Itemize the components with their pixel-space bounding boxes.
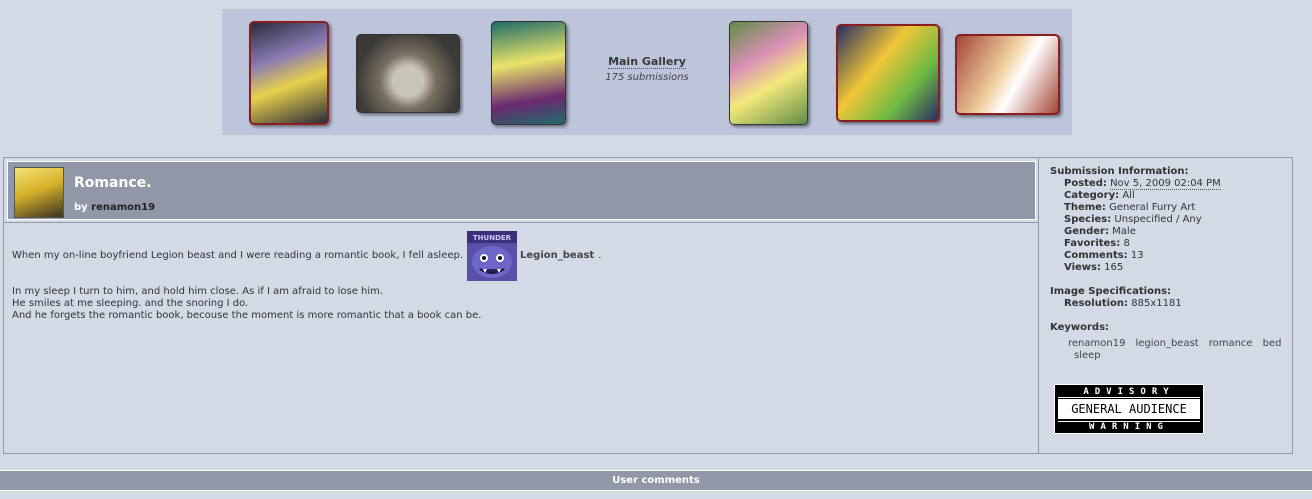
keywords-heading: Keywords: <box>1050 322 1110 333</box>
gallery-strip: Main Gallery 175 submissions <box>222 9 1072 135</box>
advisory-badge: ADVISORY GENERAL AUDIENCE WARNING <box>1054 384 1204 434</box>
posted-date: Nov 5, 2009 02:04 PM <box>1110 178 1221 190</box>
keyword-link[interactable]: renamon19 <box>1068 338 1125 349</box>
byline-prefix: by <box>74 202 88 213</box>
info-value: General Furry Art <box>1109 202 1196 213</box>
submission-byline: by renamon19 <box>74 202 155 213</box>
info-label: Species: <box>1064 214 1112 225</box>
info-label: Resolution: <box>1064 298 1129 309</box>
gallery-thumbnail[interactable] <box>491 21 566 125</box>
gallery-thumbnail[interactable] <box>836 24 940 122</box>
keyword-link[interactable]: sleep <box>1074 350 1101 361</box>
gallery-thumbnail[interactable] <box>955 34 1060 115</box>
keyword-link[interactable]: romance <box>1209 338 1253 349</box>
advisory-bottom-text: WARNING <box>1058 421 1200 432</box>
legion-beast-link[interactable]: Legion_beast <box>520 250 594 262</box>
submission-content: Romance. by renamon19 When my on-line bo… <box>4 158 1039 453</box>
info-row-theme: Theme: General Furry Art <box>1050 202 1290 214</box>
keyword-link[interactable]: bed <box>1263 338 1282 349</box>
info-value: Male <box>1112 226 1136 237</box>
description-line: He smiles at me sleeping. and the snorin… <box>12 298 249 309</box>
info-value: All <box>1122 190 1135 201</box>
advisory-top-text: ADVISORY <box>1058 387 1200 398</box>
description-line: And he forgets the romantic book, becous… <box>12 310 482 321</box>
info-label: Gender: <box>1064 226 1109 237</box>
info-row-favorites: Favorites: 8 <box>1050 238 1290 250</box>
info-row-gender: Gender: Male <box>1050 226 1290 238</box>
submission-description: When my on-line boyfriend Legion beast a… <box>12 230 1022 322</box>
info-row-comments: Comments: 13 <box>1050 250 1290 262</box>
description-text: When my on-line boyfriend Legion beast a… <box>12 250 464 261</box>
keyword-link[interactable]: legion_beast <box>1135 338 1198 349</box>
info-heading: Submission Information: <box>1050 166 1189 177</box>
info-value: 885x1181 <box>1131 298 1182 309</box>
info-row-posted: Posted: Nov 5, 2009 02:04 PM <box>1050 178 1290 190</box>
legion-beast-user-icon[interactable]: THUNDER <box>467 231 518 281</box>
main-gallery-link[interactable]: Main Gallery <box>608 55 686 69</box>
keyword-list: renamon19 legion_beast romance bed sleep <box>1050 338 1290 362</box>
info-label: Category: <box>1064 190 1120 201</box>
info-label: Theme: <box>1064 202 1106 213</box>
image-spec-heading: Image Specifications: <box>1050 286 1172 297</box>
gallery-info: Main Gallery 175 submissions <box>582 55 712 83</box>
info-label: Favorites: <box>1064 238 1121 249</box>
gallery-thumbnail[interactable] <box>356 34 460 113</box>
divider <box>4 222 1038 223</box>
submission-title: Romance. <box>74 175 152 191</box>
author-avatar[interactable] <box>14 167 64 218</box>
info-row-views: Views: 165 <box>1050 262 1290 274</box>
gallery-thumbnail[interactable] <box>249 21 329 125</box>
gallery-submission-count: 175 submissions <box>605 72 689 83</box>
info-label: Comments: <box>1064 250 1128 261</box>
info-label: Views: <box>1064 262 1101 273</box>
info-value: 165 <box>1104 262 1124 273</box>
info-label: Posted: <box>1064 178 1107 189</box>
icon-banner-text: THUNDER <box>473 234 512 242</box>
advisory-rating-text: GENERAL AUDIENCE <box>1058 399 1200 419</box>
info-row-category: Category: All <box>1050 190 1290 202</box>
user-comments-header: User comments <box>0 470 1312 491</box>
description-line: In my sleep I turn to him, and hold him … <box>12 286 384 297</box>
description-period: . <box>598 250 602 261</box>
gallery-thumbnail[interactable] <box>729 21 808 125</box>
info-value: 8 <box>1123 238 1130 249</box>
info-row-species: Species: Unspecified / Any <box>1050 214 1290 226</box>
submission-info: Submission Information: Posted: Nov 5, 2… <box>1050 166 1290 434</box>
submission-panel: Romance. by renamon19 When my on-line bo… <box>3 157 1293 454</box>
info-value: Unspecified / Any <box>1114 214 1202 225</box>
submission-header: Romance. by renamon19 <box>7 161 1036 220</box>
info-row-resolution: Resolution: 885x1181 <box>1050 298 1290 310</box>
info-value: 13 <box>1130 250 1144 261</box>
author-link[interactable]: renamon19 <box>91 202 155 213</box>
